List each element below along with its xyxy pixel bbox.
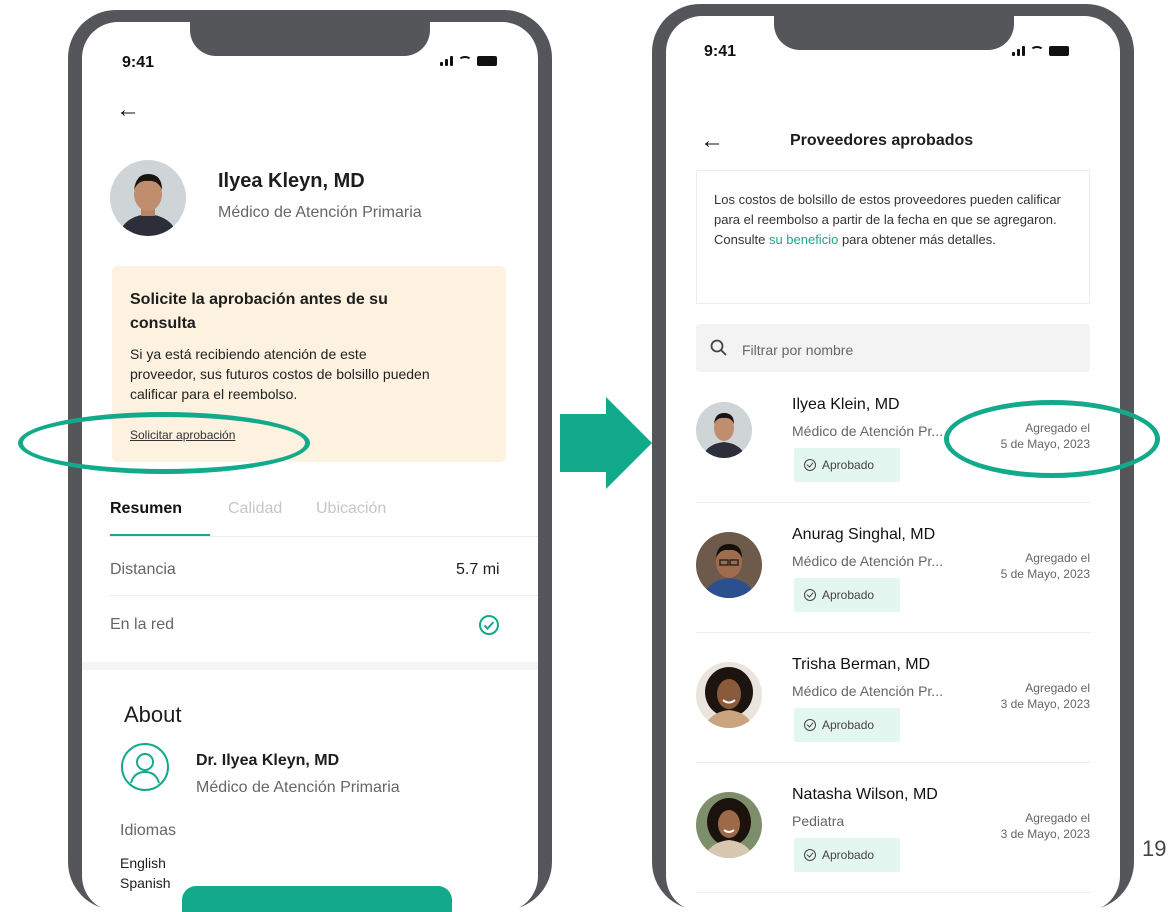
page-number: 19 bbox=[1142, 836, 1167, 861]
doctor-specialty: Médico de Atención Primaria bbox=[218, 204, 422, 221]
languages-title: Idiomas bbox=[120, 822, 177, 839]
approved-badge: Aprobado bbox=[794, 578, 900, 612]
added-date: Agregado el 5 de Mayo, 2023 bbox=[966, 550, 1090, 582]
check-circle-icon bbox=[804, 849, 816, 861]
added-label: Agregado el bbox=[1025, 681, 1090, 695]
provider-avatar bbox=[696, 792, 762, 858]
banner-body: Si ya está recibiendo atención de este p… bbox=[130, 346, 430, 402]
search-icon bbox=[710, 339, 728, 362]
banner-title: Solicite la aprobación antes de su consu… bbox=[130, 291, 388, 332]
about-specialty: Médico de Atención Primaria bbox=[196, 779, 400, 796]
check-circle-icon bbox=[804, 459, 816, 471]
flow-arrow-body bbox=[560, 414, 608, 472]
wifi-icon bbox=[458, 56, 472, 66]
highlight-oval-added-date bbox=[944, 400, 1160, 478]
benefit-link[interactable]: su beneficio bbox=[769, 232, 838, 247]
signal-icon bbox=[1012, 46, 1025, 56]
in-network-check-icon bbox=[478, 614, 500, 641]
distance-value: 5.7 mi bbox=[456, 561, 500, 578]
list-divider bbox=[696, 632, 1090, 633]
status-icons bbox=[440, 56, 497, 66]
approved-badge: Aprobado bbox=[794, 838, 900, 872]
about-title: About bbox=[124, 702, 182, 727]
distance-label: Distancia bbox=[110, 561, 176, 578]
badge-label: Aprobado bbox=[822, 458, 875, 472]
notch bbox=[190, 22, 430, 56]
language-item: Spanish bbox=[120, 875, 171, 891]
back-arrow-icon[interactable]: ← bbox=[116, 98, 140, 122]
flow-arrow-icon bbox=[606, 397, 652, 489]
provider-avatar bbox=[696, 532, 762, 598]
primary-action-button[interactable] bbox=[182, 886, 452, 912]
approved-badge: Aprobado bbox=[794, 708, 900, 742]
badge-label: Aprobado bbox=[822, 848, 875, 862]
section-separator bbox=[82, 662, 538, 670]
language-item: English bbox=[120, 855, 166, 871]
wifi-icon bbox=[1030, 46, 1044, 56]
provider-name[interactable]: Natasha Wilson, MD bbox=[792, 786, 938, 804]
added-date: Agregado el 3 de Mayo, 2023 bbox=[966, 810, 1090, 842]
list-divider bbox=[696, 762, 1090, 763]
provider-avatar bbox=[696, 662, 762, 728]
list-divider bbox=[696, 502, 1090, 503]
provider-specialty: Médico de Atención Pr... bbox=[792, 683, 943, 699]
page-title: Proveedores aprobados bbox=[790, 132, 974, 149]
status-time: 9:41 bbox=[704, 43, 737, 60]
provider-avatar bbox=[696, 402, 752, 458]
in-network-label: En la red bbox=[110, 616, 175, 633]
tab-resumen[interactable]: Resumen bbox=[110, 500, 182, 518]
provider-specialty: Médico de Atención Pr... bbox=[792, 553, 943, 569]
check-circle-icon bbox=[804, 719, 816, 731]
added-date-value: 5 de Mayo, 2023 bbox=[1000, 567, 1090, 581]
provider-name[interactable]: Trisha Berman, MD bbox=[792, 656, 930, 674]
person-icon bbox=[120, 742, 170, 797]
info-text: Los costos de bolsillo de estos proveedo… bbox=[714, 190, 1074, 250]
provider-name[interactable]: Ilyea Klein, MD bbox=[792, 396, 900, 414]
badge-label: Aprobado bbox=[822, 588, 875, 602]
highlight-oval-request-link bbox=[18, 412, 310, 474]
provider-specialty: Médico de Atención Pr... bbox=[792, 423, 943, 439]
added-date-value: 3 de Mayo, 2023 bbox=[1000, 827, 1090, 841]
battery-icon bbox=[477, 56, 497, 66]
about-name: Dr. Ilyea Kleyn, MD bbox=[196, 752, 340, 769]
added-label: Agregado el bbox=[1025, 551, 1090, 565]
tab-calidad[interactable]: Calidad bbox=[228, 500, 282, 518]
avatar bbox=[110, 160, 186, 236]
added-date-value: 3 de Mayo, 2023 bbox=[1000, 697, 1090, 711]
tab-ubicacion[interactable]: Ubicación bbox=[316, 500, 386, 518]
info-text-after: para obtener más detalles. bbox=[841, 232, 996, 247]
tabs-divider bbox=[110, 536, 538, 537]
provider-specialty: Pediatra bbox=[792, 813, 845, 829]
search-placeholder[interactable]: Filtrar por nombre bbox=[742, 342, 853, 358]
notch bbox=[774, 16, 1014, 50]
list-divider bbox=[696, 892, 1090, 893]
status-icons bbox=[1012, 46, 1069, 56]
provider-name[interactable]: Anurag Singhal, MD bbox=[792, 526, 935, 544]
signal-icon bbox=[440, 56, 453, 66]
row-divider bbox=[110, 595, 538, 596]
added-date: Agregado el 3 de Mayo, 2023 bbox=[966, 680, 1090, 712]
approved-badge: Aprobado bbox=[794, 448, 900, 482]
badge-label: Aprobado bbox=[822, 718, 875, 732]
added-label: Agregado el bbox=[1025, 811, 1090, 825]
battery-icon bbox=[1049, 46, 1069, 56]
status-time: 9:41 bbox=[122, 54, 155, 71]
back-arrow-icon[interactable]: ← bbox=[700, 129, 724, 153]
check-circle-icon bbox=[804, 589, 816, 601]
doctor-name: Ilyea Kleyn, MD bbox=[218, 170, 365, 192]
